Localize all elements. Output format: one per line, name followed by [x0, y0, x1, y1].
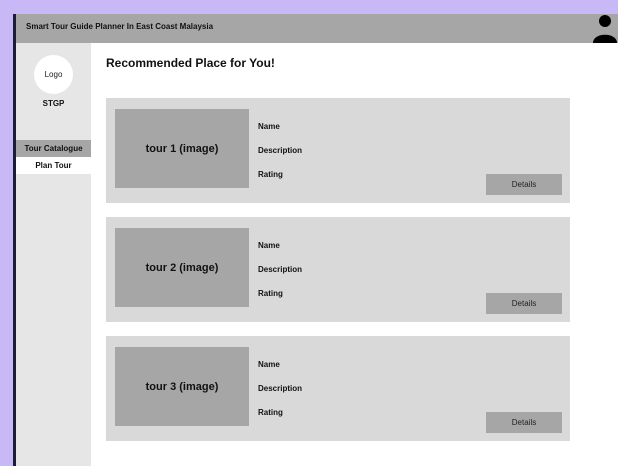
sidebar-item-tour-catalogue[interactable]: Tour Catalogue	[16, 140, 91, 157]
tour-image[interactable]: tour 3 (image)	[115, 347, 249, 426]
logo-label: Logo	[44, 70, 63, 79]
tour-name-label: Name	[258, 241, 280, 250]
tour-image[interactable]: tour 1 (image)	[115, 109, 249, 188]
tour-card: tour 2 (image) Name Description Rating D…	[106, 217, 570, 322]
tour-description-label: Description	[258, 146, 303, 155]
tour-image-label: tour 3 (image)	[145, 380, 219, 393]
user-icon[interactable]	[592, 14, 618, 43]
details-button[interactable]: Details	[486, 293, 562, 314]
page-title: Recommended Place for You!	[106, 56, 275, 70]
tour-rating-label: Rating	[258, 289, 283, 298]
app-title: Smart Tour Guide Planner In East Coast M…	[26, 22, 214, 31]
details-button[interactable]: Details	[486, 412, 562, 433]
tour-rating-label: Rating	[258, 408, 283, 417]
tour-image-label: tour 2 (image)	[145, 261, 219, 274]
details-button[interactable]: Details	[486, 174, 562, 195]
tour-image[interactable]: tour 2 (image)	[115, 228, 249, 307]
tour-name-label: Name	[258, 122, 280, 131]
tour-card: tour 3 (image) Name Description Rating D…	[106, 336, 570, 441]
logo: Logo	[34, 55, 73, 94]
app-window: Smart Tour Guide Planner In East Coast M…	[16, 14, 618, 466]
sidebar-item-plan-tour[interactable]: Plan Tour	[16, 157, 91, 174]
tour-description-label: Description	[258, 265, 303, 274]
tour-rating-label: Rating	[258, 170, 283, 179]
tour-name-label: Name	[258, 360, 280, 369]
tour-image-label: tour 1 (image)	[145, 142, 219, 155]
sidebar: Logo STGP Tour Catalogue Plan Tour	[16, 43, 91, 466]
tour-description-label: Description	[258, 384, 303, 393]
tour-card: tour 1 (image) Name Description Rating D…	[106, 98, 570, 203]
top-bar: Smart Tour Guide Planner In East Coast M…	[16, 14, 618, 43]
brand-name: STGP	[42, 99, 65, 108]
